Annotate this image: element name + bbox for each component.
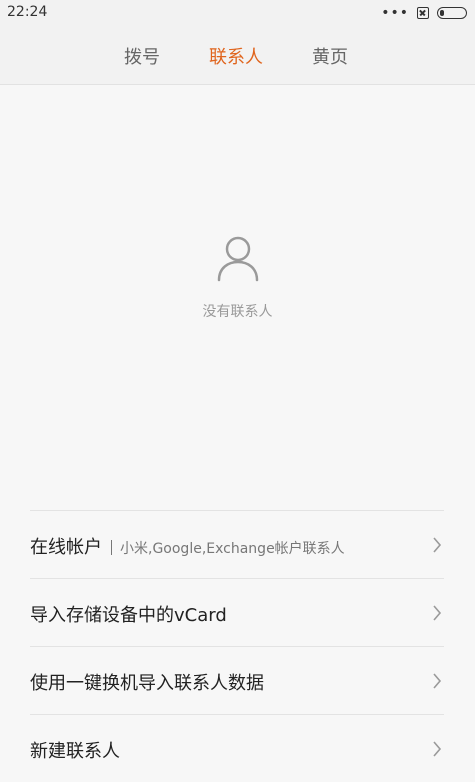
battery-icon	[437, 7, 467, 19]
chevron-right-icon	[433, 605, 442, 621]
status-bar: 22:24 •••	[0, 0, 475, 26]
tab-yellow-pages[interactable]: 黄页	[312, 43, 348, 69]
item-label-container: 在线帐户 小米,Google,Exchange帐户联系人	[30, 533, 345, 559]
one-key-transfer-item[interactable]: 使用一键换机导入联系人数据	[30, 647, 444, 715]
person-icon	[217, 236, 258, 282]
empty-state-text: 没有联系人	[202, 304, 273, 320]
online-accounts-sublabel: 小米,Google,Exchange帐户联系人	[120, 541, 345, 557]
chevron-right-icon	[433, 537, 442, 553]
online-accounts-item[interactable]: 在线帐户 小米,Google,Exchange帐户联系人	[30, 511, 444, 579]
new-contact-label: 新建联系人	[30, 741, 120, 762]
status-icons: •••	[381, 4, 467, 22]
empty-state: 没有联系人	[0, 234, 475, 321]
tab-contacts[interactable]: 联系人	[209, 43, 263, 69]
one-key-transfer-label: 使用一键换机导入联系人数据	[30, 673, 264, 694]
tab-bar: 拨号 联系人 黄页	[0, 26, 475, 85]
more-dots-icon: •••	[381, 5, 409, 21]
contact-options-list: 在线帐户 小米,Google,Exchange帐户联系人 导入存储设备中的vCar…	[30, 510, 444, 782]
no-sim-icon	[417, 7, 429, 19]
import-vcard-item[interactable]: 导入存储设备中的vCard	[30, 579, 444, 647]
online-accounts-label: 在线帐户	[30, 537, 102, 558]
chevron-right-icon	[433, 741, 442, 757]
status-time: 22:24	[7, 4, 48, 20]
tab-dial[interactable]: 拨号	[124, 43, 160, 69]
new-contact-item[interactable]: 新建联系人	[30, 715, 444, 782]
import-vcard-label: 导入存储设备中的vCard	[30, 605, 227, 626]
chevron-right-icon	[433, 673, 442, 689]
separator	[111, 540, 112, 555]
